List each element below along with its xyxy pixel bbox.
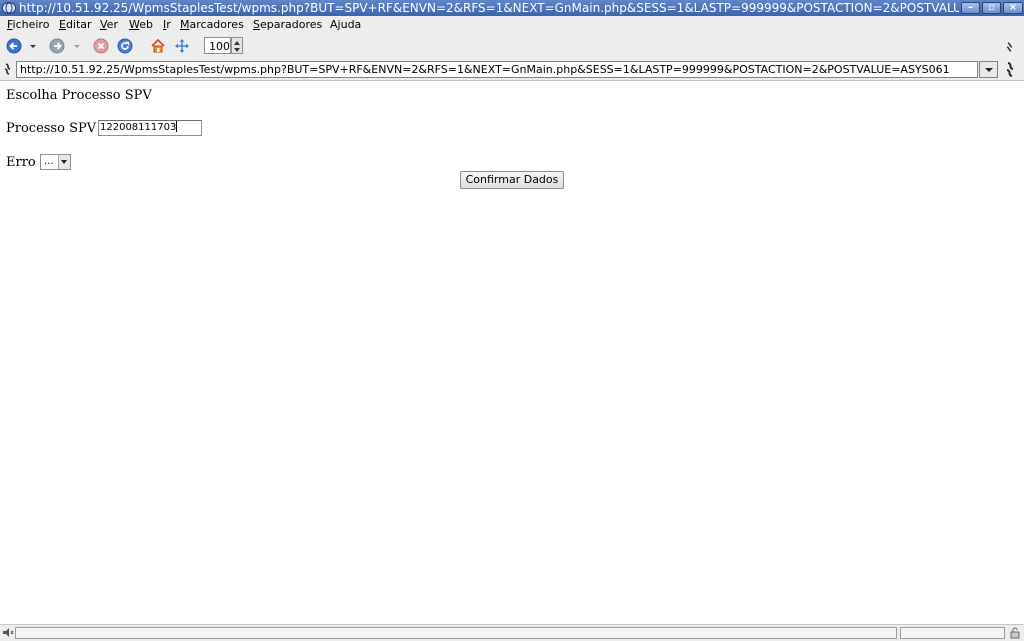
menu-marcadores[interactable]: Marcadores [180,16,244,34]
forward-arrow-icon[interactable] [49,38,65,54]
navigation-toolbar: 100 [0,34,1024,60]
zoom-level-input[interactable]: 100 [204,37,231,54]
menu-separadores[interactable]: Separadores [253,16,322,34]
forward-history-dropdown-icon[interactable] [72,38,82,54]
erro-dropdown-arrow[interactable] [58,155,70,169]
go-icon[interactable] [1004,62,1017,78]
speaker-icon [3,628,14,637]
menu-ver[interactable]: Ver [100,16,118,34]
status-text-area [15,627,897,639]
status-bar [0,624,1024,641]
maximize-button[interactable]: ▫ [982,2,1001,14]
throbber-icon [1006,42,1013,52]
back-history-dropdown-icon[interactable] [28,38,38,54]
processo-spv-input[interactable]: 122008111703 [98,120,202,136]
maximize-icon: ▫ [988,2,995,13]
stop-icon[interactable] [93,38,109,54]
close-icon: × [1008,2,1018,13]
security-lock-icon[interactable] [1008,626,1022,639]
chevron-down-icon [985,68,993,72]
minimize-icon: – [968,2,973,13]
processo-spv-label: Processo SPV [6,121,97,136]
erro-select[interactable]: ... [40,154,71,170]
home-icon[interactable] [150,38,166,54]
browser-app-icon [2,2,16,14]
menu-editar[interactable]: Editar [59,16,92,34]
reload-icon[interactable] [117,38,133,54]
menu-web[interactable]: Web [129,16,153,34]
chevron-down-icon [61,160,67,164]
window-title: http://10.51.92.25/WpmsStaplesTest/wpms.… [19,1,959,15]
status-progress-area [900,627,1005,639]
page-heading: Escolha Processo SPV [6,88,152,103]
menu-bar: Ficheiro Editar Ver Web Ir Marcadores Se… [0,16,1024,34]
back-arrow-icon[interactable] [6,38,22,54]
window-titlebar[interactable]: http://10.51.92.25/WpmsStaplesTest/wpms.… [0,0,1024,16]
site-icon [4,63,11,75]
erro-selected-value: ... [44,156,54,167]
processo-spv-value: 122008111703 [100,122,177,133]
page-content: Escolha Processo SPV Processo SPV 122008… [0,81,1024,624]
address-bar: http://10.51.92.25/WpmsStaplesTest/wpms.… [0,60,1024,81]
minimize-button[interactable]: – [961,2,980,14]
move-icon[interactable] [174,38,190,54]
url-input[interactable]: http://10.51.92.25/WpmsStaplesTest/wpms.… [16,61,978,78]
menu-ir[interactable]: Ir [163,16,171,34]
url-history-dropdown[interactable] [979,61,998,78]
zoom-spin-button[interactable] [231,37,243,54]
menu-ajuda[interactable]: Ajuda [330,16,361,34]
close-button[interactable]: × [1003,2,1023,14]
menu-ficheiro[interactable]: Ficheiro [7,16,49,34]
erro-label: Erro [6,155,36,170]
text-caret [176,121,178,132]
confirmar-dados-button[interactable]: Confirmar Dados [460,171,564,189]
